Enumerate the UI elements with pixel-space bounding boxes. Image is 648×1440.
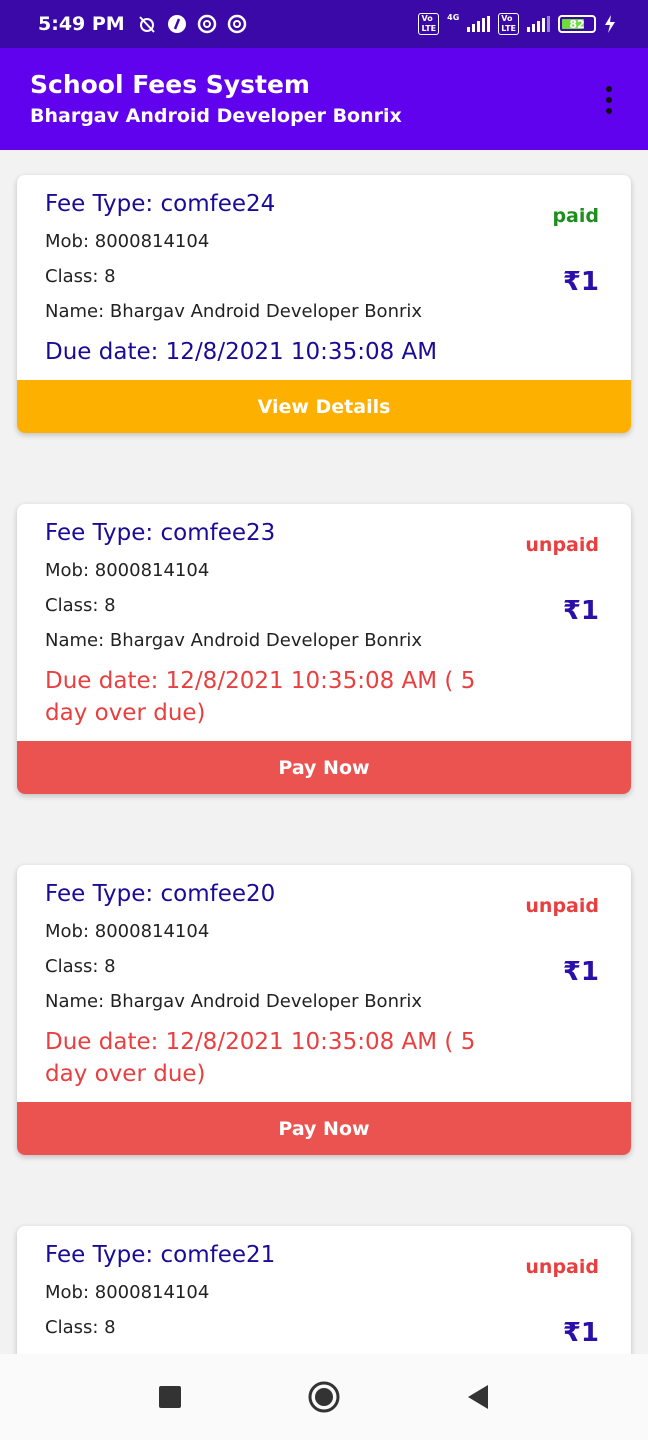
volte-icon: Vo LTE [418, 13, 440, 35]
fee-list[interactable]: Fee Type: comfee24 Mob: 8000814104 Class… [0, 150, 648, 1354]
fee-card: Fee Type: comfee24 Mob: 8000814104 Class… [17, 175, 631, 433]
fee-card: Fee Type: comfee21 Mob: 8000814104 Class… [17, 1226, 631, 1354]
mobile-number: Mob: 8000814104 [45, 560, 210, 581]
class-label: Class: 8 [45, 1317, 116, 1338]
fee-card: Fee Type: comfee20 Mob: 8000814104 Class… [17, 865, 631, 1155]
status-bar: 5:49 PM Vo LTE 4G Vo LTE 82 [0, 0, 648, 48]
alarm-off-icon [138, 16, 155, 33]
student-name: Name: Bhargav Android Developer Bonrix [45, 991, 423, 1012]
signal-icon-2 [527, 16, 550, 32]
class-label: Class: 8 [45, 266, 116, 287]
network-type: 4G [447, 13, 460, 22]
status-badge: unpaid [525, 1256, 599, 1278]
circle-icon [308, 1381, 340, 1413]
pay-now-button[interactable]: Pay Now [17, 741, 631, 794]
signal-icon [467, 16, 491, 32]
app-title: School Fees System [30, 70, 310, 99]
fee-type: Fee Type: comfee23 [45, 520, 276, 546]
triangle-back-icon [468, 1385, 488, 1409]
mobile-number: Mob: 8000814104 [45, 921, 210, 942]
app-notification-icon [167, 15, 186, 33]
status-badge: paid [552, 205, 599, 227]
view-details-button[interactable]: View Details [17, 380, 631, 433]
status-badge: unpaid [525, 534, 599, 556]
pay-now-button[interactable]: Pay Now [17, 1102, 631, 1155]
status-badge: unpaid [525, 895, 599, 917]
student-name: Name: Bhargav Android Developer Bonrix [45, 630, 423, 651]
status-time: 5:49 PM [38, 13, 125, 35]
fee-card: Fee Type: comfee23 Mob: 8000814104 Class… [17, 504, 631, 794]
at-notification-icon [197, 14, 216, 34]
volte-icon-2: Vo LTE [498, 13, 519, 35]
due-date: Due date: 12/8/2021 10:35:08 AM ( 5 day … [45, 1029, 476, 1087]
fee-amount: ₹1 [562, 1318, 599, 1348]
class-label: Class: 8 [45, 595, 116, 616]
due-date: Due date: 12/8/2021 10:35:08 AM [45, 339, 438, 365]
battery-icon: 82 [558, 15, 596, 33]
charging-icon [605, 15, 615, 33]
fee-type: Fee Type: comfee24 [45, 191, 276, 217]
fee-type: Fee Type: comfee21 [45, 1242, 276, 1268]
fee-amount: ₹1 [562, 596, 599, 626]
recents-button[interactable] [148, 1375, 192, 1419]
app-bar: School Fees System Bhargav Android Devel… [0, 48, 648, 150]
class-label: Class: 8 [45, 956, 116, 977]
square-icon [159, 1386, 181, 1408]
mobile-number: Mob: 8000814104 [45, 1282, 210, 1303]
student-name: Name: Bhargav Android Developer Bonrix [45, 301, 423, 322]
system-nav-bar [0, 1354, 648, 1440]
home-button[interactable] [302, 1375, 346, 1419]
fee-amount: ₹1 [562, 957, 599, 987]
back-button[interactable] [456, 1375, 500, 1419]
mobile-number: Mob: 8000814104 [45, 231, 210, 252]
fee-amount: ₹1 [562, 267, 599, 297]
app-subtitle: Bhargav Android Developer Bonrix [30, 105, 402, 127]
due-date: Due date: 12/8/2021 10:35:08 AM ( 5 day … [45, 668, 476, 726]
overflow-menu-icon[interactable] [606, 86, 614, 114]
at-notification-icon-2 [227, 14, 246, 34]
fee-type: Fee Type: comfee20 [45, 881, 276, 907]
